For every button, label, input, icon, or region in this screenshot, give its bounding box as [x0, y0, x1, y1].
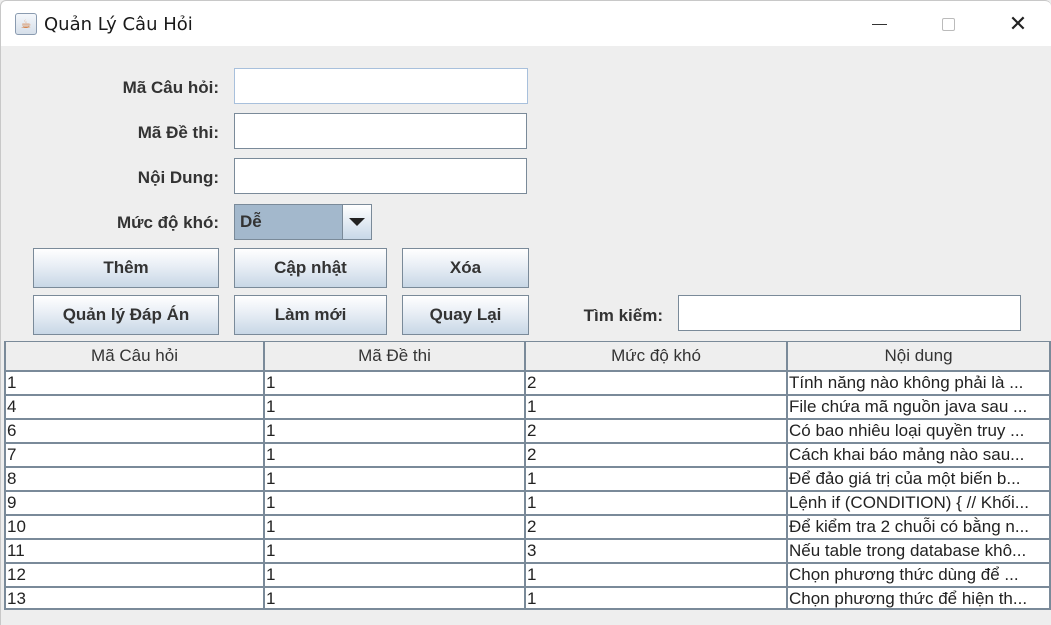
- column-header-ma-cau-hoi[interactable]: Mã Câu hỏi: [4, 342, 265, 371]
- minimize-icon: [871, 23, 887, 25]
- muc-do-kho-cell[interactable]: 1: [526, 396, 788, 418]
- table-row[interactable]: 9 1 1 Lệnh if (CONDITION) { // Khối...: [4, 490, 1051, 514]
- noi-dung-cell[interactable]: Cách khai báo mảng nào sau...: [788, 444, 1051, 466]
- noi-dung-label: Nội Dung:: [137, 168, 219, 187]
- table-row[interactable]: 1 1 2 Tính năng nào không phải là ...: [4, 370, 1051, 394]
- noi-dung-cell[interactable]: Chọn phương thức để hiện th...: [788, 588, 1051, 610]
- noi-dung-cell[interactable]: Để đảo giá trị của một biến b...: [788, 468, 1051, 490]
- ma-de-thi-field[interactable]: [234, 113, 527, 149]
- xoa-button[interactable]: Xóa: [402, 248, 529, 288]
- table-row[interactable]: 8 1 1 Để đảo giá trị của một biến b...: [4, 466, 1051, 490]
- ma-de-thi-cell[interactable]: 1: [265, 396, 526, 418]
- muc-do-kho-cell[interactable]: 2: [526, 420, 788, 442]
- ma-de-thi-cell[interactable]: 1: [265, 516, 526, 538]
- noi-dung-input[interactable]: [235, 159, 526, 193]
- ma-cau-hoi-cell[interactable]: 4: [4, 396, 265, 418]
- noi-dung-cell[interactable]: Để kiểm tra 2 chuỗi có bằng n...: [788, 516, 1051, 538]
- muc-do-kho-cell[interactable]: 2: [526, 372, 788, 394]
- noi-dung-cell[interactable]: File chứa mã nguồn java sau ...: [788, 396, 1051, 418]
- column-header-muc-do-kho[interactable]: Mức độ khó: [526, 342, 788, 371]
- ma-cau-hoi-cell[interactable]: 6: [4, 420, 265, 442]
- table-header: Mã Câu hỏi Mã Đề thi Mức độ khó Nội dung: [4, 341, 1051, 371]
- java-cup-icon: ☕: [15, 13, 37, 35]
- ma-cau-hoi-input[interactable]: [235, 69, 527, 103]
- dropdown-arrow-button[interactable]: [343, 205, 371, 239]
- ma-de-thi-cell[interactable]: 1: [265, 444, 526, 466]
- minimize-button[interactable]: [856, 1, 902, 47]
- muc-do-kho-label: Mức độ khó:: [116, 213, 219, 232]
- ma-de-thi-cell[interactable]: 1: [265, 372, 526, 394]
- questions-table: Mã Câu hỏi Mã Đề thi Mức độ khó Nội dung…: [4, 341, 1051, 613]
- table-row[interactable]: 13 1 1 Chọn phương thức để hiện th...: [4, 586, 1051, 610]
- muc-do-kho-cell[interactable]: 1: [526, 564, 788, 586]
- maximize-icon: [941, 17, 955, 31]
- noi-dung-field[interactable]: [234, 158, 527, 194]
- search-label: Tìm kiếm:: [583, 306, 663, 325]
- ma-de-thi-cell[interactable]: 1: [265, 468, 526, 490]
- lam-moi-button[interactable]: Làm mới: [234, 295, 387, 335]
- ma-de-thi-cell[interactable]: 1: [265, 540, 526, 562]
- ma-cau-hoi-cell[interactable]: 13: [4, 588, 265, 610]
- column-header-noi-dung[interactable]: Nội dung: [788, 342, 1051, 371]
- title-bar: ☕ Quản Lý Câu Hỏi ✕: [0, 0, 1051, 46]
- ma-cau-hoi-cell[interactable]: 7: [4, 444, 265, 466]
- noi-dung-cell[interactable]: Lệnh if (CONDITION) { // Khối...: [788, 492, 1051, 514]
- muc-do-kho-cell[interactable]: 1: [526, 588, 788, 610]
- ma-cau-hoi-cell[interactable]: 8: [4, 468, 265, 490]
- ma-de-thi-cell[interactable]: 1: [265, 588, 526, 610]
- ma-cau-hoi-cell[interactable]: 9: [4, 492, 265, 514]
- search-field[interactable]: [678, 295, 1021, 331]
- noi-dung-cell[interactable]: Có bao nhiêu loại quyền truy ...: [788, 420, 1051, 442]
- ma-cau-hoi-field[interactable]: [234, 68, 528, 104]
- maximize-button[interactable]: [925, 1, 971, 47]
- close-button[interactable]: ✕: [995, 1, 1041, 47]
- search-input[interactable]: [679, 296, 1020, 330]
- muc-do-kho-selected[interactable]: Dễ: [235, 205, 343, 239]
- muc-do-kho-dropdown[interactable]: Dễ: [234, 204, 372, 240]
- ma-de-thi-cell[interactable]: 1: [265, 492, 526, 514]
- muc-do-kho-cell[interactable]: 1: [526, 468, 788, 490]
- cap-nhat-button[interactable]: Cập nhật: [234, 248, 387, 288]
- ma-de-thi-cell[interactable]: 1: [265, 564, 526, 586]
- them-button[interactable]: Thêm: [33, 248, 219, 288]
- noi-dung-cell[interactable]: Tính năng nào không phải là ...: [788, 372, 1051, 394]
- table-row[interactable]: 4 1 1 File chứa mã nguồn java sau ...: [4, 394, 1051, 418]
- muc-do-kho-cell[interactable]: 3: [526, 540, 788, 562]
- ma-cau-hoi-cell[interactable]: 11: [4, 540, 265, 562]
- noi-dung-cell[interactable]: Chọn phương thức dùng để ...: [788, 564, 1051, 586]
- ma-cau-hoi-cell[interactable]: 1: [4, 372, 265, 394]
- muc-do-kho-cell[interactable]: 1: [526, 492, 788, 514]
- main-panel: Mã Câu hỏi: Mã Đề thi: Nội Dung: Mức độ …: [0, 46, 1051, 625]
- ma-cau-hoi-cell[interactable]: 10: [4, 516, 265, 538]
- noi-dung-cell[interactable]: Nếu table trong database khô...: [788, 540, 1051, 562]
- ma-cau-hoi-label: Mã Câu hỏi:: [122, 78, 219, 97]
- muc-do-kho-cell[interactable]: 2: [526, 444, 788, 466]
- chevron-down-icon: [349, 218, 365, 226]
- muc-do-kho-cell[interactable]: 2: [526, 516, 788, 538]
- table-body: 1 1 2 Tính năng nào không phải là ... 4 1 1 Fil…: [4, 370, 1051, 610]
- table-row[interactable]: 10 1 2 Để kiểm tra 2 chuỗi có bằng n...: [4, 514, 1051, 538]
- close-icon: ✕: [1008, 11, 1028, 37]
- ma-de-thi-input[interactable]: [235, 114, 526, 148]
- ma-cau-hoi-cell[interactable]: 12: [4, 564, 265, 586]
- table-row[interactable]: 6 1 2 Có bao nhiêu loại quyền truy ...: [4, 418, 1051, 442]
- window-title: Quản Lý Câu Hỏi: [44, 14, 193, 35]
- table-row[interactable]: 11 1 3 Nếu table trong database khô...: [4, 538, 1051, 562]
- ma-de-thi-label: Mã Đề thi:: [137, 123, 219, 142]
- quan-ly-dap-an-button[interactable]: Quản lý Đáp Án: [33, 295, 219, 335]
- ma-de-thi-cell[interactable]: 1: [265, 420, 526, 442]
- table-row[interactable]: 12 1 1 Chọn phương thức dùng để ...: [4, 562, 1051, 586]
- column-header-ma-de-thi[interactable]: Mã Đề thi: [265, 342, 526, 371]
- table-row[interactable]: 7 1 2 Cách khai báo mảng nào sau...: [4, 442, 1051, 466]
